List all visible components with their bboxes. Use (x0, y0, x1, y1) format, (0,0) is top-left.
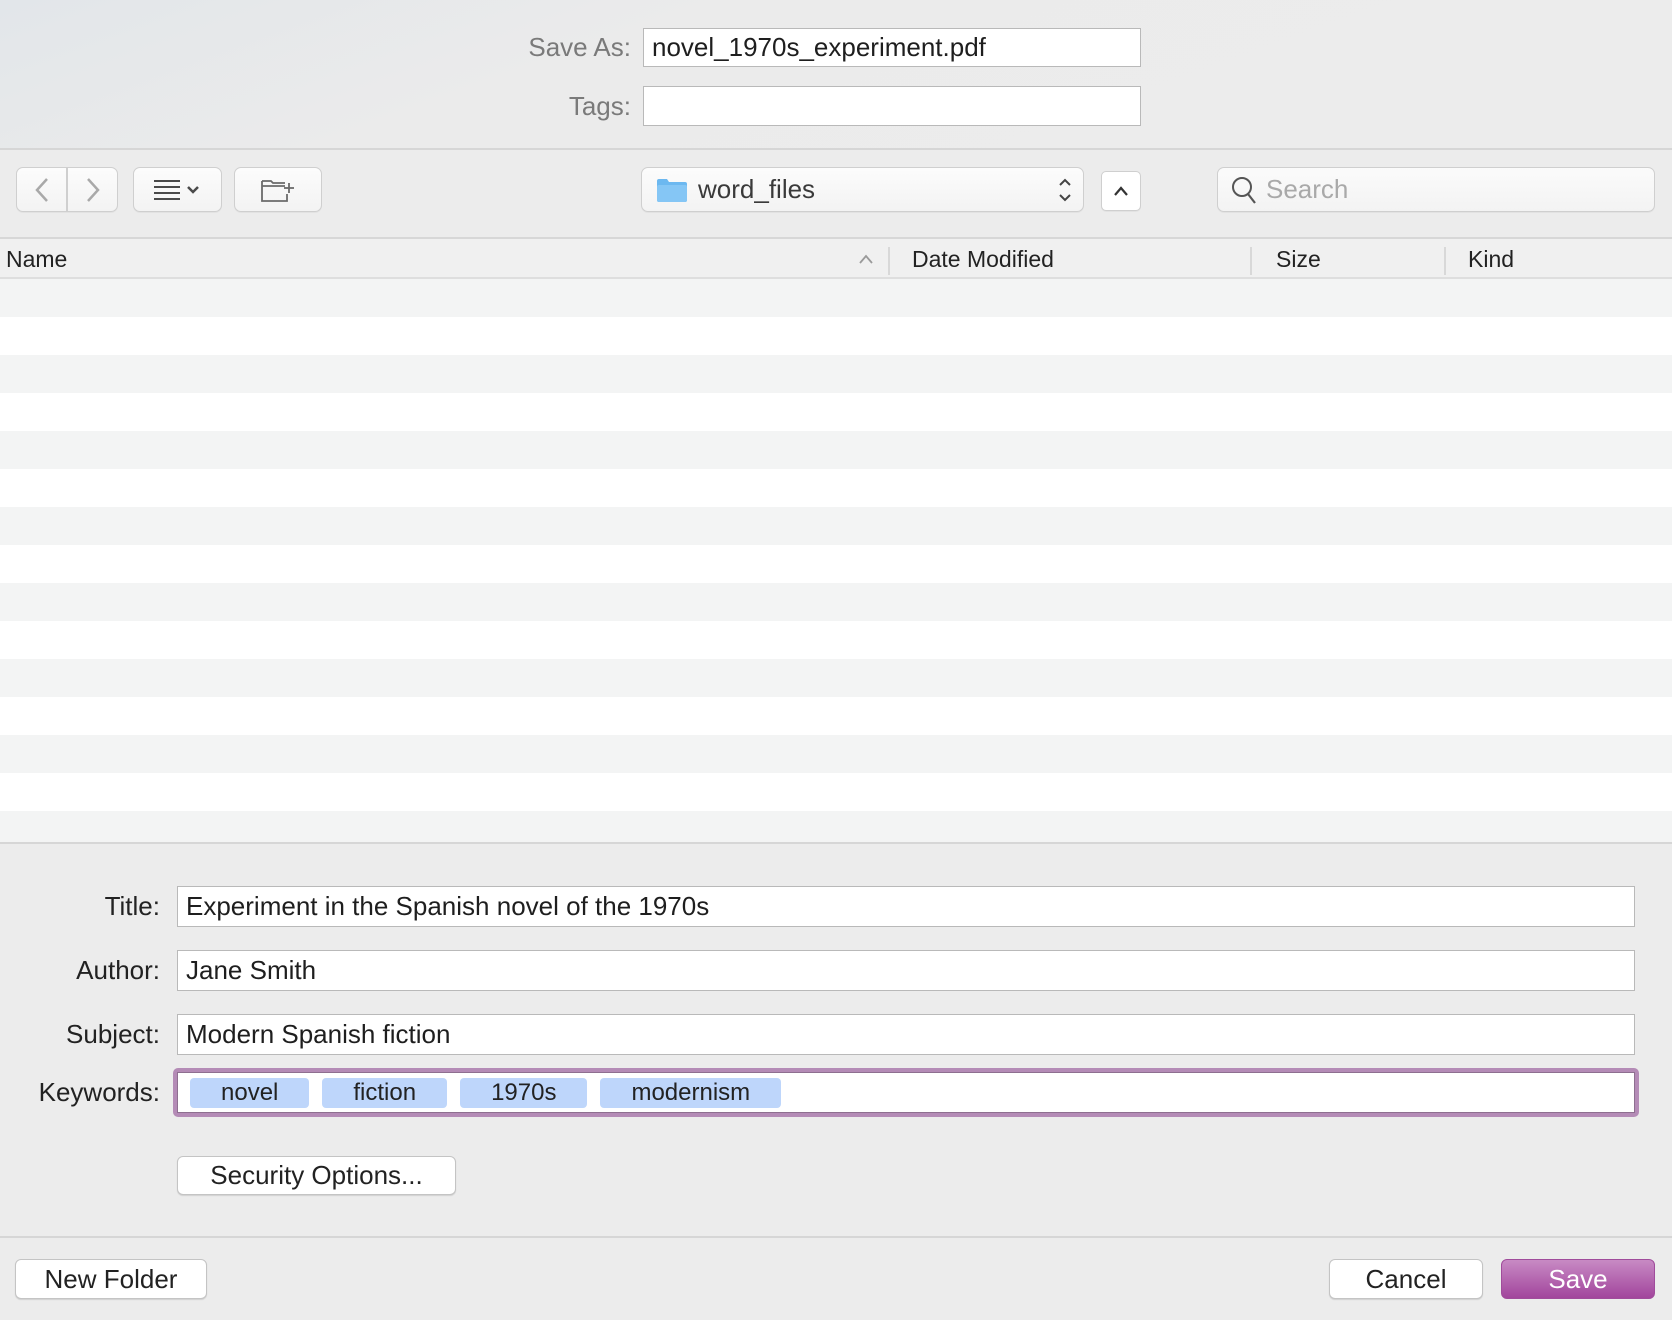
list-row-empty (0, 659, 1672, 697)
list-row-empty (0, 545, 1672, 583)
sort-ascending-icon (859, 254, 873, 264)
list-row-empty (0, 773, 1672, 811)
column-label-size: Size (1276, 245, 1321, 272)
column-divider[interactable] (1250, 247, 1252, 275)
file-list[interactable] (0, 279, 1672, 842)
search-placeholder: Search (1266, 174, 1349, 204)
divider (0, 1236, 1672, 1238)
chevron-left-icon (34, 177, 48, 202)
author-input[interactable]: Jane Smith (177, 950, 1635, 991)
location-popup[interactable]: word_files (641, 167, 1084, 212)
column-label-date-modified: Date Modified (912, 245, 1054, 272)
list-view-icon (153, 179, 199, 200)
save-as-label: Save As: (528, 32, 631, 62)
column-label-kind: Kind (1468, 245, 1515, 272)
tags-input[interactable] (643, 86, 1141, 126)
new-folder-icon (261, 179, 294, 202)
chevron-up-icon (1114, 186, 1128, 196)
list-row-empty (0, 317, 1672, 355)
forward-button[interactable] (67, 167, 118, 212)
back-button[interactable] (16, 167, 67, 212)
author-label: Author: (76, 955, 160, 985)
column-label-name: Name (6, 245, 68, 272)
folder-icon (657, 178, 687, 202)
divider (0, 148, 1672, 150)
view-options-button[interactable] (133, 167, 222, 212)
keyword-token[interactable]: fiction (322, 1077, 448, 1108)
subject-label: Subject: (66, 1019, 160, 1049)
divider (0, 842, 1672, 844)
column-divider[interactable] (888, 247, 890, 275)
keyword-token[interactable]: 1970s (460, 1077, 588, 1108)
up-down-chevron-icon (1059, 178, 1071, 202)
chevron-right-icon (86, 177, 100, 202)
keyword-token[interactable]: modernism (600, 1077, 782, 1108)
list-row-empty (0, 621, 1672, 659)
list-row-empty (0, 431, 1672, 469)
list-row-empty (0, 469, 1672, 507)
list-row-empty (0, 697, 1672, 735)
new-folder-toolbar-button[interactable] (234, 167, 322, 212)
security-options-button[interactable]: Security Options... (177, 1156, 456, 1195)
list-row-empty (0, 355, 1672, 393)
expand-collapse-button[interactable] (1101, 171, 1141, 211)
column-header-date-modified[interactable]: Date Modified (912, 239, 1242, 279)
column-header-name[interactable]: Name (6, 239, 876, 279)
search-field[interactable]: Search (1217, 167, 1655, 212)
keyword-token[interactable]: novel (190, 1077, 310, 1108)
new-folder-button[interactable]: New Folder (15, 1259, 207, 1299)
title-label: Title: (104, 891, 160, 921)
list-row-empty (0, 583, 1672, 621)
column-header-kind[interactable]: Kind (1468, 239, 1668, 279)
column-header-size[interactable]: Size (1276, 239, 1436, 279)
keywords-label: Keywords: (38, 1077, 160, 1107)
list-row-empty (0, 735, 1672, 773)
save-button[interactable]: Save (1501, 1259, 1655, 1299)
column-divider[interactable] (1444, 247, 1446, 275)
keywords-token-field[interactable]: novel fiction 1970s modernism (177, 1072, 1635, 1113)
keywords-input[interactable]: novel fiction 1970s modernism (173, 1068, 1639, 1117)
tags-label: Tags: (568, 91, 631, 121)
save-as-input[interactable]: novel_1970s_experiment.pdf (643, 28, 1141, 67)
list-row-empty (0, 393, 1672, 431)
cancel-button[interactable]: Cancel (1329, 1259, 1483, 1299)
list-row-empty (0, 279, 1672, 317)
location-label: word_files (698, 174, 816, 204)
file-list-header: Name Date Modified Size Kind (0, 237, 1672, 279)
list-row-empty (0, 507, 1672, 545)
list-row-empty (0, 811, 1672, 842)
subject-input[interactable]: Modern Spanish fiction (177, 1014, 1635, 1055)
search-icon (1232, 176, 1256, 204)
title-input[interactable]: Experiment in the Spanish novel of the 1… (177, 886, 1635, 927)
